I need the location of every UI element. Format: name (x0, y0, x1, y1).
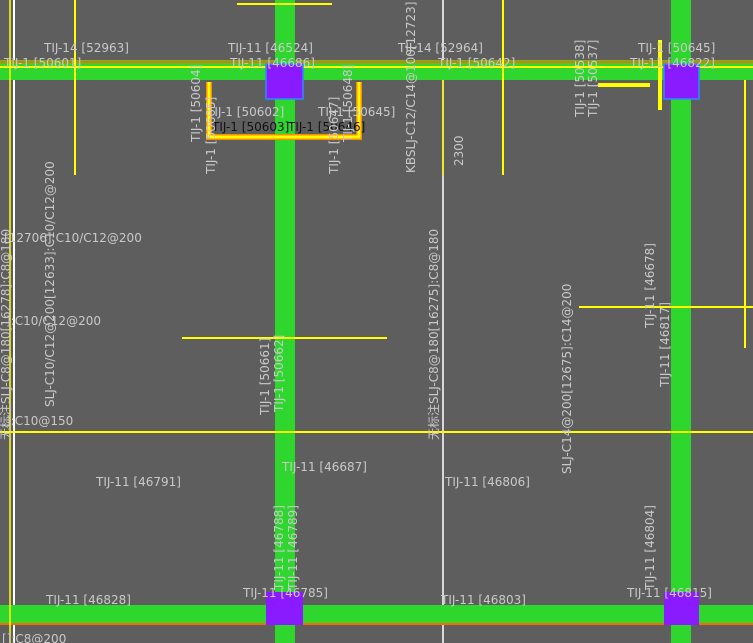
rebar-annotation: [12706]:C10/C12@200 (4, 231, 142, 245)
beam-label-vertical: TIJ-1 [50537] (586, 40, 600, 118)
beam-label: TIJ-11 [46828] (45, 593, 131, 607)
dimension-label: 2300 (452, 135, 466, 166)
rebar-lines (0, 0, 753, 643)
rebar-annotation: []:C8@200 (2, 632, 66, 643)
beam-h-bottom (0, 605, 753, 625)
beam-label: TIJ-11 [46806] (444, 475, 530, 489)
beam-label: TIJ-11 [46687] (281, 460, 367, 474)
rebar-annotation-vertical: KBSLJ-C12/C14@100[12723] (404, 2, 418, 173)
beam-label-vertical: TIJ-1 [50604] (189, 65, 203, 143)
cad-drawing-canvas: TIJ-14 [52963] TIJ-11 [46524] TIJ-14 [52… (0, 0, 753, 643)
beam-label-vertical: TIJ-1 [50647] (327, 97, 341, 175)
beam-label-vertical: TIJ-1 [50605] (204, 97, 218, 175)
beam-label-vertical: TIJ-1 [50662] (272, 335, 286, 413)
beam-label-vertical: TIJ-11 [46817] (658, 302, 672, 388)
beam-label-vertical: TIJ-1 [50661] (258, 338, 272, 416)
beam-label-vertical: TIJ-11 [46788] (272, 505, 286, 591)
rebar-annotation-vertical: SLJ-C14@200[12675]:C14@200 (560, 284, 574, 474)
rebar-annotation-vertical: SLJ-C10/C12@200[12633]:C10/C12@200 (43, 161, 57, 407)
beam-label: TIJ-11 [46524] (227, 41, 313, 55)
beam-label-vertical: TIJ-11 [46678] (643, 243, 657, 329)
rebar-annotation: ]:C10@150 (6, 414, 73, 428)
beam-label: TIJ-14 [52963] (43, 41, 129, 55)
beam-label: TIJ-11 [46803] (440, 593, 526, 607)
beam-label: TIJ-1 [50642] (437, 56, 515, 70)
beam-label-vertical: TIJ-11 [46789] (286, 505, 300, 591)
beam-label: TIJ-1 [50601] (3, 56, 81, 70)
beam-label: TIJ-1 [50603] (211, 120, 289, 134)
beam-label: TIJ-11 [46815] (626, 586, 712, 600)
rebar-annotation-vertical: 无标注SLJ-C8@180[16275]:C8@180 (426, 229, 441, 440)
cad-drawing: TIJ-14 [52963] TIJ-11 [46524] TIJ-14 [52… (0, 0, 753, 643)
rebar-annotation-vertical: 无标注SLJ-C8@180[16278]:C8@180 (0, 229, 13, 440)
vertical-labels: TIJ-1 [50604] TIJ-1 [50605] TIJ-1 [50647… (0, 2, 672, 591)
beam-label: TIJ-11 [46791] (95, 475, 181, 489)
beams (0, 0, 753, 643)
beam-label-vertical: TIJ-1 [50538] (573, 40, 587, 118)
beam-label: TIJ-1 [50645] (637, 41, 715, 55)
beam-label: TIJ-11 [46822] (629, 56, 715, 70)
horizontal-labels: TIJ-14 [52963] TIJ-11 [46524] TIJ-14 [52… (2, 41, 715, 643)
beam-label: TIJ-11 [46686] (229, 56, 315, 70)
beam-label-vertical: TIJ-1 [50648] (341, 65, 355, 143)
beam-label-vertical: TIJ-11 [46804] (643, 505, 657, 591)
